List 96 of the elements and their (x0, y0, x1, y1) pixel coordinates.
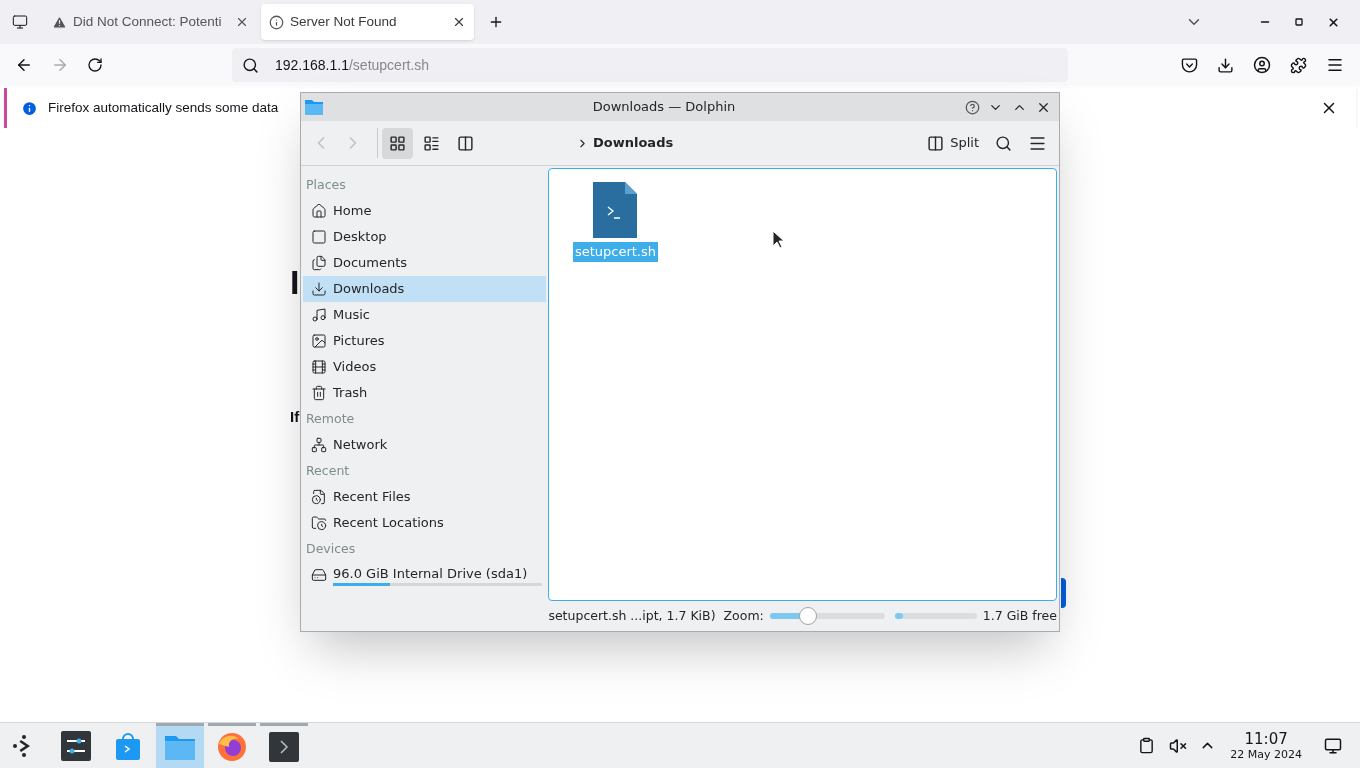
places-item[interactable]: Videos (303, 354, 547, 380)
show-desktop-icon[interactable] (1324, 736, 1342, 755)
warning-icon (52, 14, 67, 30)
close-icon[interactable] (1327, 15, 1340, 29)
search-icon (242, 56, 259, 74)
places-label: Music (333, 306, 371, 325)
maximize-icon[interactable] (1295, 18, 1303, 26)
address-bar[interactable]: 192.168.1.1/setupcert.sh (232, 48, 1068, 82)
places-item[interactable]: Desktop (303, 224, 547, 250)
house-icon (311, 203, 327, 219)
drive-icon (311, 567, 327, 583)
firefox-icon (217, 732, 247, 762)
file-clock-icon (311, 489, 327, 505)
clipboard-icon[interactable] (1138, 737, 1156, 754)
folder-clock-icon (311, 515, 327, 531)
places-label: Trash (333, 384, 369, 403)
account-icon[interactable] (1253, 56, 1271, 74)
clock-date: 22 May 2024 (1230, 748, 1302, 760)
places-label: Home (333, 202, 373, 221)
places-item[interactable]: Trash (303, 380, 547, 406)
heading-text: I (290, 262, 300, 302)
places-label: Documents (333, 254, 409, 273)
mouse-pointer-icon (772, 230, 784, 248)
window-title: Downloads — Dolphin (591, 98, 737, 117)
square-icon (311, 229, 327, 245)
places-label: Desktop (333, 228, 388, 247)
image-icon (311, 333, 327, 349)
new-tab-icon[interactable] (488, 14, 504, 30)
muted-speaker-icon[interactable] (1169, 736, 1188, 755)
file-name: setupcert.sh (572, 242, 658, 262)
places-label: Recent Files (333, 488, 412, 507)
body-text: If (290, 407, 300, 427)
section-heading: Devices (305, 539, 357, 558)
places-item[interactable]: Downloads (303, 276, 547, 302)
places-label: Pictures (333, 332, 386, 351)
places-label: Recent Locations (333, 514, 445, 533)
search-icon[interactable] (995, 134, 1012, 152)
places-item[interactable]: Network (303, 432, 547, 458)
slider-handle[interactable] (798, 607, 817, 625)
sliders-icon (61, 730, 91, 761)
browser-tab[interactable]: Server Not Found (261, 4, 474, 40)
slider-track[interactable] (769, 607, 885, 625)
split-button[interactable]: Split (927, 133, 979, 153)
section-heading: Places (305, 175, 347, 194)
places-item[interactable]: Music (303, 302, 547, 328)
menu-icon[interactable] (1326, 56, 1344, 74)
tab-title: Did Not Connect: Potenti (73, 12, 222, 31)
info-icon (269, 14, 284, 30)
clock-time: 11:07 (1244, 731, 1288, 747)
close-icon[interactable] (235, 15, 249, 29)
reload-icon[interactable] (87, 57, 103, 73)
places-label: Network (333, 436, 389, 455)
split-icon (927, 134, 945, 152)
trash-icon (311, 385, 327, 401)
notification-text: Firefox automatically sends some data (48, 98, 279, 117)
shopping-bag-icon (114, 730, 142, 761)
free-space-text: 1.7 GiB free (982, 606, 1057, 625)
button-edge[interactable] (1061, 578, 1066, 608)
places-label: Downloads (333, 280, 406, 299)
places-item[interactable]: Pictures (303, 328, 547, 354)
folder-icon (164, 733, 196, 761)
list-icon (423, 134, 440, 152)
places-item[interactable]: Recent Files (303, 484, 547, 510)
download-icon[interactable] (1217, 56, 1234, 74)
section-heading: Recent (305, 461, 351, 480)
tab-list-icon[interactable] (12, 14, 28, 30)
places-item[interactable]: 96.0 GiB Internal Drive (sda1) (303, 562, 547, 588)
zoom-label: Zoom: (723, 606, 764, 625)
places-label: 96.0 GiB Internal Drive (sda1) (333, 564, 529, 583)
grid-icon (389, 134, 406, 152)
places-item[interactable]: Recent Locations (303, 510, 547, 536)
section-heading: Remote (305, 409, 356, 428)
terminal-icon (269, 732, 299, 762)
network-icon (311, 437, 327, 453)
script-file-icon (592, 181, 639, 239)
folder-icon (305, 99, 323, 115)
places-label: Videos (333, 358, 378, 377)
download-icon (311, 281, 327, 297)
documents-icon (311, 255, 327, 271)
extensions-icon[interactable] (1290, 56, 1307, 74)
film-icon (311, 359, 327, 375)
tab-title: Server Not Found (290, 12, 397, 31)
browser-tab[interactable]: Did Not Connect: Potenti (44, 4, 257, 40)
close-icon[interactable] (452, 15, 466, 29)
columns-icon (457, 134, 474, 152)
help-icon[interactable] (965, 99, 980, 115)
places-item[interactable]: Documents (303, 250, 547, 276)
status-text: setupcert.sh ...ipt, 1.7 KiB) (548, 606, 716, 625)
view-mode-button[interactable] (382, 127, 413, 159)
url-text: 192.168.1.1/setupcert.sh (275, 55, 430, 75)
music-note-icon (311, 307, 327, 323)
breadcrumb-item[interactable]: Downloads (593, 133, 674, 153)
pocket-icon[interactable] (1181, 56, 1198, 74)
info-icon (21, 99, 38, 117)
back-icon[interactable] (15, 56, 33, 74)
places-item[interactable]: Home (303, 198, 547, 224)
